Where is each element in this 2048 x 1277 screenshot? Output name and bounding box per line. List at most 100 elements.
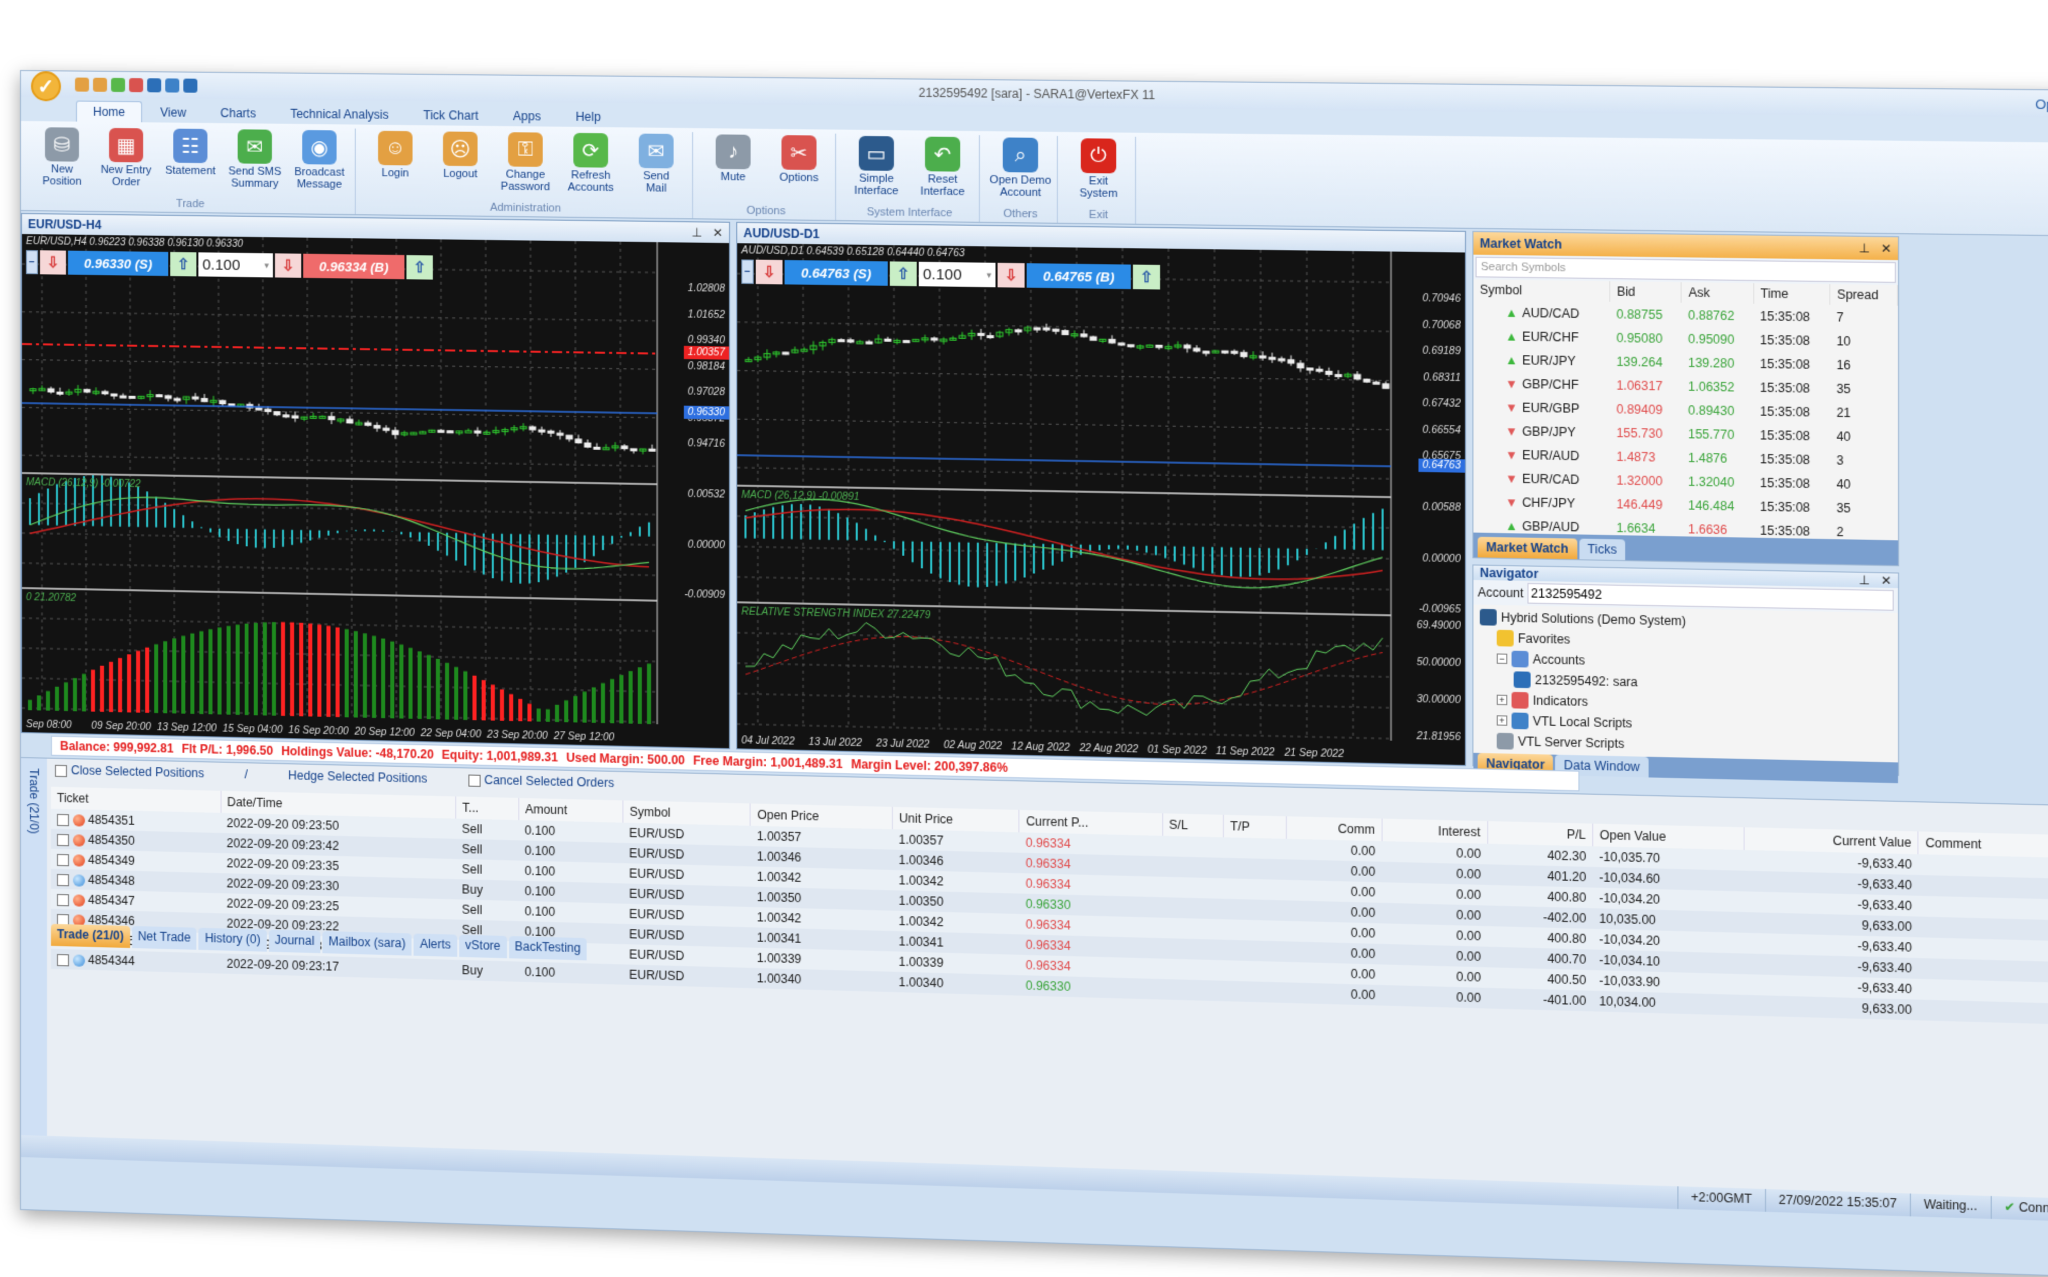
logout-button[interactable]: ☹ Logout <box>429 129 492 201</box>
options-link[interactable]: Options <box>2035 96 2048 112</box>
row-checkbox[interactable] <box>56 813 69 827</box>
lot-size-input[interactable]: 0.100 ▾ <box>198 252 273 278</box>
chart-canvas[interactable]: AUD/USD,D1 0.64539 0.65128 0.64440 0.647… <box>737 243 1465 765</box>
close-selected-positions[interactable]: Close Selected Positions <box>54 763 204 780</box>
collapse-trade-bar-button[interactable]: − <box>741 259 754 284</box>
column-header-t-[interactable]: T... <box>455 796 519 821</box>
tab-mailbox-sara-[interactable]: Mailbox (sara) <box>322 931 412 956</box>
close-icon[interactable]: ✕ <box>1881 573 1892 588</box>
qat-info-icon[interactable] <box>147 78 162 93</box>
column-header-comment[interactable]: Comment <box>1918 831 2048 858</box>
ribbon-tab-home[interactable]: Home <box>75 100 143 123</box>
mute-button[interactable]: ♪ Mute <box>701 132 765 205</box>
row-checkbox[interactable] <box>56 953 69 967</box>
lot-size-input[interactable]: 0.100 ▾ <box>918 261 996 288</box>
buy-arrow-icon[interactable]: ⇧ <box>1132 264 1161 290</box>
close-icon[interactable]: ✕ <box>1881 241 1892 256</box>
ribbon-tab-technical-analysis[interactable]: Technical Analysis <box>274 104 405 125</box>
checkbox[interactable] <box>467 774 481 787</box>
row-checkbox[interactable] <box>56 833 69 847</box>
column-header-comm[interactable]: Comm <box>1285 816 1382 842</box>
pin-icon[interactable]: ⊥ <box>1859 241 1870 256</box>
sell-button[interactable]: 0.64763 (S) <box>784 260 888 286</box>
send-mail-button[interactable]: ✉ Send Mail <box>624 131 688 204</box>
pin-icon[interactable]: ⊥ <box>1859 573 1870 588</box>
collapse-icon[interactable]: − <box>1496 653 1508 664</box>
qat-help-icon[interactable] <box>183 78 198 93</box>
column-header-time[interactable]: Time <box>1753 283 1830 305</box>
new-position-button[interactable]: ⛁ New Position <box>31 125 93 197</box>
ribbon-tab-charts[interactable]: Charts <box>204 103 272 124</box>
tab-ticks[interactable]: Ticks <box>1579 538 1626 561</box>
qat-tools-icon[interactable] <box>129 78 144 93</box>
macd-axis-label: 0.00588 <box>1422 501 1461 514</box>
change-password-button[interactable]: ⚿ Change Password <box>494 130 557 202</box>
ribbon-tab-apps[interactable]: Apps <box>497 106 557 127</box>
chart-canvas[interactable]: EUR/USD,H4 0.96223 0.96338 0.96130 0.963… <box>22 234 730 748</box>
checkbox[interactable] <box>54 764 67 777</box>
chevron-down-icon[interactable]: ▾ <box>987 269 992 280</box>
cancel-selected-orders[interactable]: Cancel Selected Orders <box>467 772 614 790</box>
column-header-spread[interactable]: Spread <box>1829 284 1898 306</box>
tab-market-watch[interactable]: Market Watch <box>1477 536 1577 560</box>
ribbon-tab-help[interactable]: Help <box>559 106 617 127</box>
hedge-selected-positions[interactable]: Hedge Selected Positions <box>288 768 427 785</box>
column-header-unit-price[interactable]: Unit Price <box>892 806 1020 833</box>
column-header-amount[interactable]: Amount <box>518 797 623 823</box>
tab-alerts[interactable]: Alerts <box>413 933 458 957</box>
expand-icon[interactable]: + <box>1496 694 1508 706</box>
column-header-bid[interactable]: Bid <box>1609 281 1682 303</box>
buy-arrow-icon[interactable]: ⇧ <box>170 251 197 277</box>
tab-vstore[interactable]: vStore <box>459 934 507 959</box>
search-symbols-input[interactable]: Search Symbols <box>1475 256 1896 283</box>
row-checkbox[interactable] <box>56 853 69 867</box>
column-header-ask[interactable]: Ask <box>1681 282 1754 304</box>
tab-trade-21-0-[interactable]: Trade (21/0) <box>50 923 130 948</box>
column-header-s-l[interactable]: S/L <box>1162 813 1224 838</box>
tab-backtesting[interactable]: BackTesting <box>508 936 587 961</box>
terminal-side-tab[interactable]: Trade (21/0) <box>20 758 47 1158</box>
sell-arrow-icon[interactable]: ⇩ <box>274 253 302 278</box>
tab-net-trade[interactable]: Net Trade <box>131 925 197 950</box>
open-demo-account-button[interactable]: ⌕ Open Demo Account <box>988 135 1052 208</box>
ribbon-tab-tick-chart[interactable]: Tick Chart <box>407 105 495 126</box>
collapse-trade-bar-button[interactable]: − <box>25 250 38 275</box>
exit-system-button[interactable]: ⏻ Exit System <box>1066 136 1131 209</box>
qat-chat-icon[interactable] <box>165 78 180 93</box>
column-header-symbol[interactable]: Symbol <box>1473 279 1610 302</box>
sell-arrow-icon[interactable]: ⇩ <box>39 250 66 275</box>
qat-logout-icon[interactable] <box>93 77 108 92</box>
qat-refresh-icon[interactable] <box>111 77 126 93</box>
new-entry-order-button[interactable]: ▦ New Entry Order <box>95 126 157 198</box>
broadcast-message-button[interactable]: ◉ Broadcast Message <box>288 128 351 200</box>
qat-login-icon[interactable] <box>74 77 90 92</box>
refresh-accounts-button[interactable]: ⟳ Refresh Accounts <box>559 131 622 204</box>
options-button[interactable]: ✂ Options <box>767 133 831 206</box>
login-button[interactable]: ☺ Login <box>364 129 427 201</box>
tab-history-0-[interactable]: History (0) <box>198 927 267 952</box>
reset-interface-button[interactable]: ↶ Reset Interface <box>911 134 975 207</box>
chevron-down-icon[interactable]: ▾ <box>264 260 269 271</box>
column-header-p-l[interactable]: P/L <box>1487 821 1593 847</box>
column-header-interest[interactable]: Interest <box>1381 818 1488 844</box>
buy-arrow-icon[interactable]: ⇧ <box>889 261 917 287</box>
buy-button[interactable]: 0.64765 (B) <box>1026 263 1131 290</box>
sell-button[interactable]: 0.96330 (S) <box>67 250 169 277</box>
column-header-symbol[interactable]: Symbol <box>622 800 751 826</box>
tab-journal[interactable]: Journal <box>268 929 321 954</box>
simple-interface-button[interactable]: ▭ Simple Interface <box>844 134 908 207</box>
pin-icon[interactable]: ⊥ <box>692 225 703 239</box>
buy-arrow-icon[interactable]: ⇧ <box>406 255 433 280</box>
statement-button[interactable]: ☷ Statement <box>159 126 221 198</box>
row-checkbox[interactable] <box>56 873 69 887</box>
buy-button[interactable]: 0.96334 (B) <box>303 253 405 280</box>
app-logo-icon[interactable]: ✓ <box>30 71 61 102</box>
sell-arrow-icon[interactable]: ⇩ <box>755 259 783 285</box>
ribbon-tab-view[interactable]: View <box>144 102 202 123</box>
send-sms-summary-button[interactable]: ✉ Send SMS Summary <box>224 127 287 199</box>
column-header-t-p[interactable]: T/P <box>1223 814 1286 839</box>
row-checkbox[interactable] <box>56 893 69 907</box>
sell-arrow-icon[interactable]: ⇩ <box>997 262 1025 288</box>
expand-icon[interactable]: + <box>1496 715 1508 726</box>
close-icon[interactable]: ✕ <box>713 226 723 240</box>
